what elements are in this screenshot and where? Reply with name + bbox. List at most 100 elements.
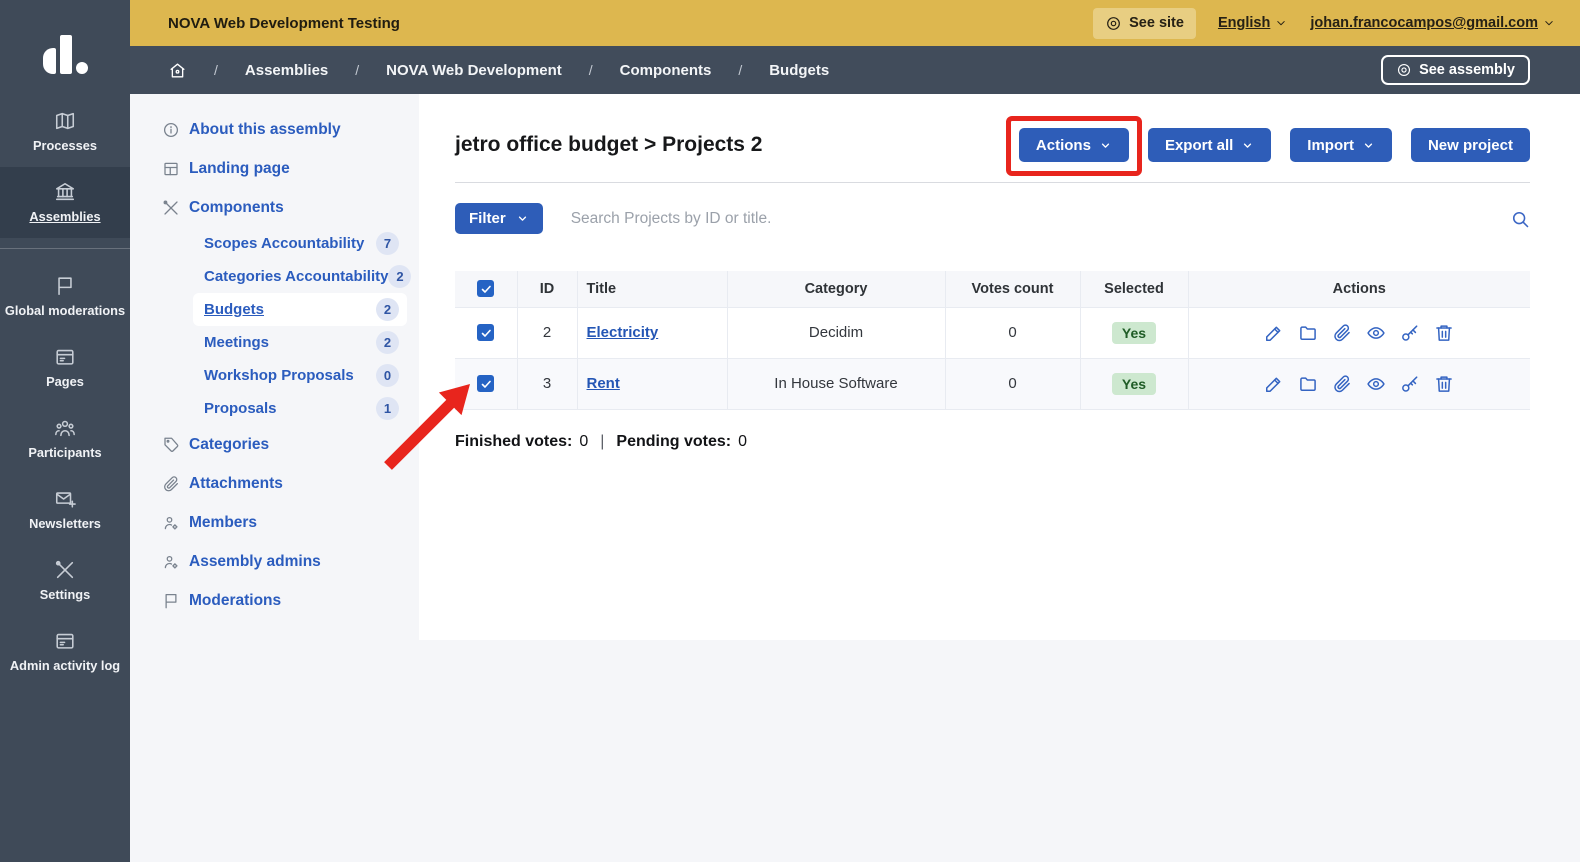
project-title-link[interactable]: Rent xyxy=(587,375,620,392)
see-assembly-button[interactable]: See assembly xyxy=(1381,55,1530,85)
breadcrumb-item-assemblies[interactable]: Assemblies xyxy=(245,62,328,79)
activity-log-icon xyxy=(54,630,76,652)
sidebar-item-processes[interactable]: Processes xyxy=(0,96,130,167)
search-button[interactable] xyxy=(1510,209,1530,229)
organization-title: NOVA Web Development Testing xyxy=(168,15,400,32)
filter-button[interactable]: Filter xyxy=(455,203,543,234)
tag-icon xyxy=(162,436,180,454)
sidebar-item-assemblies[interactable]: Assemblies xyxy=(0,167,130,238)
nav-item-label: Assembly admins xyxy=(189,553,321,571)
row-checkbox[interactable] xyxy=(477,324,494,341)
user-gear-icon xyxy=(162,553,180,571)
nav-item-assembly-admins[interactable]: Assembly admins xyxy=(130,542,419,581)
project-title-link[interactable]: Electricity xyxy=(587,324,659,341)
bank-icon xyxy=(54,181,76,203)
nav-item-label: Members xyxy=(189,514,257,532)
row-checkbox[interactable] xyxy=(477,375,494,392)
import-button[interactable]: Import xyxy=(1290,128,1392,162)
projects-table: ID Title Category Votes count Selected A… xyxy=(455,271,1530,410)
nav-item-members[interactable]: Members xyxy=(130,503,419,542)
header-divider xyxy=(455,182,1530,183)
info-icon xyxy=(162,121,180,139)
logo-shape xyxy=(43,48,56,74)
eye-circle-icon xyxy=(1105,15,1122,32)
sidebar-item-participants[interactable]: Participants xyxy=(0,403,130,474)
select-all-checkbox[interactable] xyxy=(477,280,494,297)
sidebar-item-newsletters[interactable]: Newsletters xyxy=(0,474,130,545)
votes-summary: Finished votes: 0 | Pending votes: 0 xyxy=(455,433,1530,451)
sidebar-item-label: Assemblies xyxy=(29,209,100,224)
nav-subitem-proposals[interactable]: Proposals 1 xyxy=(193,392,407,425)
eye-icon[interactable] xyxy=(1366,374,1386,394)
sidebar-item-settings[interactable]: Settings xyxy=(0,545,130,616)
breadcrumb-separator: / xyxy=(355,62,359,78)
nav-subitem-budgets[interactable]: Budgets 2 xyxy=(193,293,407,326)
cell-votes-count: 0 xyxy=(945,358,1080,409)
eye-icon[interactable] xyxy=(1366,323,1386,343)
new-project-button[interactable]: New project xyxy=(1411,128,1530,162)
trash-icon[interactable] xyxy=(1434,323,1454,343)
count-badge: 2 xyxy=(376,331,399,354)
nav-item-landing-page[interactable]: Landing page xyxy=(130,149,419,188)
top-bar: NOVA Web Development Testing See site En… xyxy=(130,0,1580,46)
votes-separator: | xyxy=(600,433,604,451)
row-actions xyxy=(1189,374,1531,394)
sidebar-item-label: Pages xyxy=(46,374,84,389)
main-content: jetro office budget > Projects 2 Actions… xyxy=(419,94,1580,640)
chevron-down-icon xyxy=(516,212,529,225)
paperclip-icon[interactable] xyxy=(1332,374,1352,394)
selected-badge: Yes xyxy=(1112,373,1156,395)
nav-subitem-workshop-proposals[interactable]: Workshop Proposals 0 xyxy=(193,359,407,392)
nav-item-categories[interactable]: Categories xyxy=(130,425,419,464)
paperclip-icon xyxy=(162,475,180,493)
new-project-button-label: New project xyxy=(1428,137,1513,154)
sidebar-divider xyxy=(0,248,130,249)
nav-subitem-label: Scopes Accountability xyxy=(204,235,364,252)
nav-item-about-assembly[interactable]: About this assembly xyxy=(130,110,419,149)
cell-category: Decidim xyxy=(727,307,945,358)
nav-subitem-meetings[interactable]: Meetings 2 xyxy=(193,326,407,359)
count-badge: 0 xyxy=(376,364,399,387)
language-dropdown[interactable]: English xyxy=(1218,15,1288,31)
breadcrumb: / Assemblies / NOVA Web Development / Co… xyxy=(130,46,1580,94)
sidebar-item-pages[interactable]: Pages xyxy=(0,332,130,403)
nav-subitem-scopes-accountability[interactable]: Scopes Accountability 7 xyxy=(193,227,407,260)
folder-icon[interactable] xyxy=(1298,374,1318,394)
nav-subitem-categories-accountability[interactable]: Categories Accountability 2 xyxy=(193,260,407,293)
breadcrumb-item-budgets[interactable]: Budgets xyxy=(769,62,829,79)
sidebar-item-admin-activity-log[interactable]: Admin activity log xyxy=(0,616,130,687)
breadcrumb-item-components[interactable]: Components xyxy=(620,62,712,79)
see-site-link[interactable]: See site xyxy=(1093,8,1196,39)
breadcrumb-item-assembly[interactable]: NOVA Web Development xyxy=(386,62,562,79)
column-header-category: Category xyxy=(727,271,945,307)
nav-item-label: Landing page xyxy=(189,160,290,178)
layout-icon xyxy=(162,160,180,178)
nav-item-label: Moderations xyxy=(189,592,281,610)
user-email: johan.francocampos@gmail.com xyxy=(1310,15,1538,31)
selected-badge: Yes xyxy=(1112,322,1156,344)
folder-icon[interactable] xyxy=(1298,323,1318,343)
search-input[interactable] xyxy=(571,210,1494,228)
pencil-icon[interactable] xyxy=(1264,323,1284,343)
finished-votes-value: 0 xyxy=(579,433,588,451)
key-icon[interactable] xyxy=(1400,323,1420,343)
user-menu-dropdown[interactable]: johan.francocampos@gmail.com xyxy=(1310,15,1556,31)
nav-item-moderations[interactable]: Moderations xyxy=(130,581,419,620)
actions-button[interactable]: Actions xyxy=(1019,128,1129,162)
cell-votes-count: 0 xyxy=(945,307,1080,358)
nav-item-components[interactable]: Components xyxy=(130,188,419,227)
flag-icon xyxy=(54,275,76,297)
pending-votes-value: 0 xyxy=(738,433,747,451)
key-icon[interactable] xyxy=(1400,374,1420,394)
export-all-button[interactable]: Export all xyxy=(1148,128,1271,162)
sidebar-item-global-moderations[interactable]: Global moderations xyxy=(0,261,130,332)
column-header-votes-count: Votes count xyxy=(945,271,1080,307)
count-badge: 7 xyxy=(376,232,399,255)
nav-item-attachments[interactable]: Attachments xyxy=(130,464,419,503)
trash-icon[interactable] xyxy=(1434,374,1454,394)
table-header-row: ID Title Category Votes count Selected A… xyxy=(455,271,1530,307)
home-icon[interactable] xyxy=(168,61,187,80)
pencil-icon[interactable] xyxy=(1264,374,1284,394)
paperclip-icon[interactable] xyxy=(1332,323,1352,343)
decidim-logo[interactable] xyxy=(0,0,130,96)
